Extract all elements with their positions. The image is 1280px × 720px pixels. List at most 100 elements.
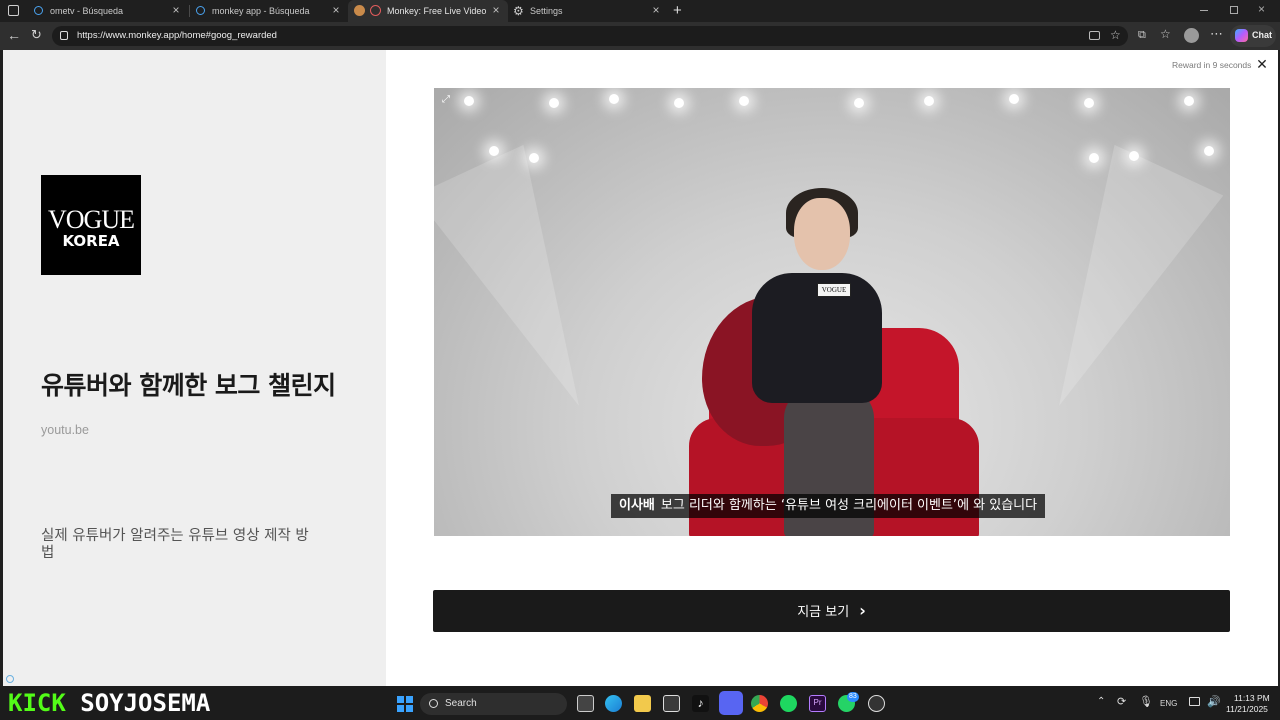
gear-icon: ⚙ [513,4,524,18]
logo-line-2: KOREA [62,232,120,250]
tab-actions-icon[interactable] [8,5,19,16]
copilot-icon [1235,29,1248,42]
reward-countdown: Reward in 9 seconds [1172,60,1252,70]
stage-light [1089,153,1099,163]
url-text[interactable]: https://www.monkey.app/home#goog_rewarde… [77,30,277,41]
refresh-icon[interactable]: ↻ [31,28,42,42]
stage-light [489,146,499,156]
search-icon [34,6,43,15]
chevron-up-icon[interactable]: ⌃ [1097,696,1105,707]
system-tray: ⌃ ⟳ 🎙 ENG 🔊 11:13 PM 11/21/2025 [1090,686,1280,720]
stage-light [609,94,619,104]
restore-icon[interactable] [1230,6,1238,14]
obs-icon[interactable] [868,695,885,712]
tab-monkey-video-chat[interactable]: Monkey: Free Live Video Ch × [348,0,508,22]
ad-title[interactable]: 유튜버와 함께한 보그 챌린지 [41,366,336,402]
stage-light [739,96,749,106]
subtitle-text: 보그 리더와 함께하는 ‘유튜브 여성 크리에이터 이벤트’에 와 있습니다 [660,498,1038,513]
file-explorer-icon[interactable] [634,695,651,712]
language-indicator[interactable]: ENG [1160,699,1177,708]
sync-icon[interactable]: ⟳ [1117,695,1126,708]
display-icon[interactable] [1189,697,1200,706]
ad-info-panel: VOGUE KOREA 유튜버와 함께한 보그 챌린지 youtu.be 실제 … [3,50,386,686]
favorite-star-icon[interactable]: ☆ [1110,28,1121,42]
presenter-face [794,198,850,270]
stage-light [1184,96,1194,106]
vogue-korea-logo[interactable]: VOGUE KOREA [41,175,141,275]
tab-ometv-search[interactable]: ometv - Búsqueda × [30,0,188,22]
clock-time[interactable]: 11:13 PM [1234,693,1270,703]
kick-brand: KICK [8,689,66,717]
stage-light [549,98,559,108]
volume-icon[interactable]: 🔊 [1207,695,1221,708]
windows-taskbar: KICK SOYJOSEMA Search ♪ Pr 83 ⌃ ⟳ 🎙 ENG … [0,686,1280,720]
video-subtitle: 이사배 보그 리더와 함께하는 ‘유튜브 여성 크리에이터 이벤트’에 와 있습니… [611,494,1046,518]
stage-light [464,96,474,106]
tab-monkey-search[interactable]: monkey app - Búsqueda × [190,0,348,22]
screen-share-icon[interactable] [1089,31,1100,40]
microphone-icon[interactable]: 🎙 [1139,695,1153,708]
windows-start-icon[interactable] [397,696,413,712]
subtitle-speaker: 이사배 [619,498,655,513]
new-tab-button[interactable]: + [673,2,682,19]
chat-label: Chat [1252,30,1272,40]
stage-light [924,96,934,106]
tab-label: Settings [530,6,563,16]
address-bar[interactable]: https://www.monkey.app/home#goog_rewarde… [52,26,1128,46]
light-beam [434,144,634,432]
copilot-chat-button[interactable]: Chat [1230,25,1276,47]
tab-label: ometv - Búsqueda [50,6,124,16]
extensions-icon[interactable]: ⧉ [1138,28,1146,42]
close-icon[interactable]: × [329,3,343,17]
streamer-name: SOYJOSEMA [80,689,211,717]
search-icon [196,6,205,15]
close-ad-button[interactable]: ✕ [1255,57,1269,71]
taskbar-search[interactable]: Search [420,693,567,715]
edge-icon[interactable] [605,695,622,712]
chevron-right-icon: › [859,601,866,620]
page-viewport: VOGUE KOREA 유튜버와 함께한 보그 챌린지 youtu.be 실제 … [3,50,1278,686]
stream-overlay-logo: KICK SOYJOSEMA [8,690,210,716]
chrome-icon[interactable] [751,695,768,712]
search-icon [429,699,438,708]
stage-light [1084,98,1094,108]
monkey-icon [354,5,365,16]
cta-label: 지금 보기 [797,605,850,620]
notification-badge: 83 [847,692,859,702]
minimize-icon[interactable] [1200,10,1208,11]
stage-light [674,98,684,108]
tab-label: monkey app - Búsqueda [212,6,310,16]
lock-icon[interactable] [60,31,68,40]
back-icon[interactable]: ← [7,28,21,42]
more-menu-icon[interactable]: ⋯ [1210,27,1223,41]
browser-toolbar: ← ↻ https://www.monkey.app/home#goog_rew… [0,22,1280,50]
stage-light [1009,94,1019,104]
favorites-icon[interactable]: ☆ [1160,27,1171,41]
microphone-flag: VOGUE [817,283,851,297]
close-icon[interactable]: × [169,3,183,17]
clock-date[interactable]: 11/21/2025 [1226,704,1268,714]
search-placeholder: Search [445,698,477,709]
close-icon[interactable]: × [489,3,503,17]
light-beam [1004,144,1224,432]
watch-now-button[interactable]: 지금 보기 › [433,590,1230,632]
store-icon[interactable] [663,695,680,712]
task-view-icon[interactable] [577,695,594,712]
ad-video-player[interactable]: ⤢ VOGUE 이사배 보그 리더와 함께하는 ‘유튜브 여성 크리에이터 이벤트… [434,88,1230,536]
spotify-icon[interactable] [780,695,797,712]
tab-settings[interactable]: ⚙ Settings × [508,0,668,22]
ad-domain[interactable]: youtu.be [41,423,89,437]
tab-label: Monkey: Free Live Video Ch [387,6,487,16]
premiere-icon[interactable]: Pr [809,695,826,712]
stage-light [1204,146,1214,156]
profile-avatar[interactable] [1184,28,1199,43]
adchoices-icon[interactable] [6,675,14,683]
tiktok-icon[interactable]: ♪ [692,695,709,712]
discord-icon[interactable] [719,691,743,715]
recording-icon [370,5,381,16]
browser-tab-strip: ometv - Búsqueda × monkey app - Búsqueda… [0,0,1280,22]
close-window-icon[interactable]: × [1258,2,1265,16]
close-icon[interactable]: × [649,3,663,17]
ad-description: 실제 유튜버가 알려주는 유튜브 영상 제작 방법 [41,528,309,561]
video-expand-icon[interactable]: ⤢ [442,94,450,105]
